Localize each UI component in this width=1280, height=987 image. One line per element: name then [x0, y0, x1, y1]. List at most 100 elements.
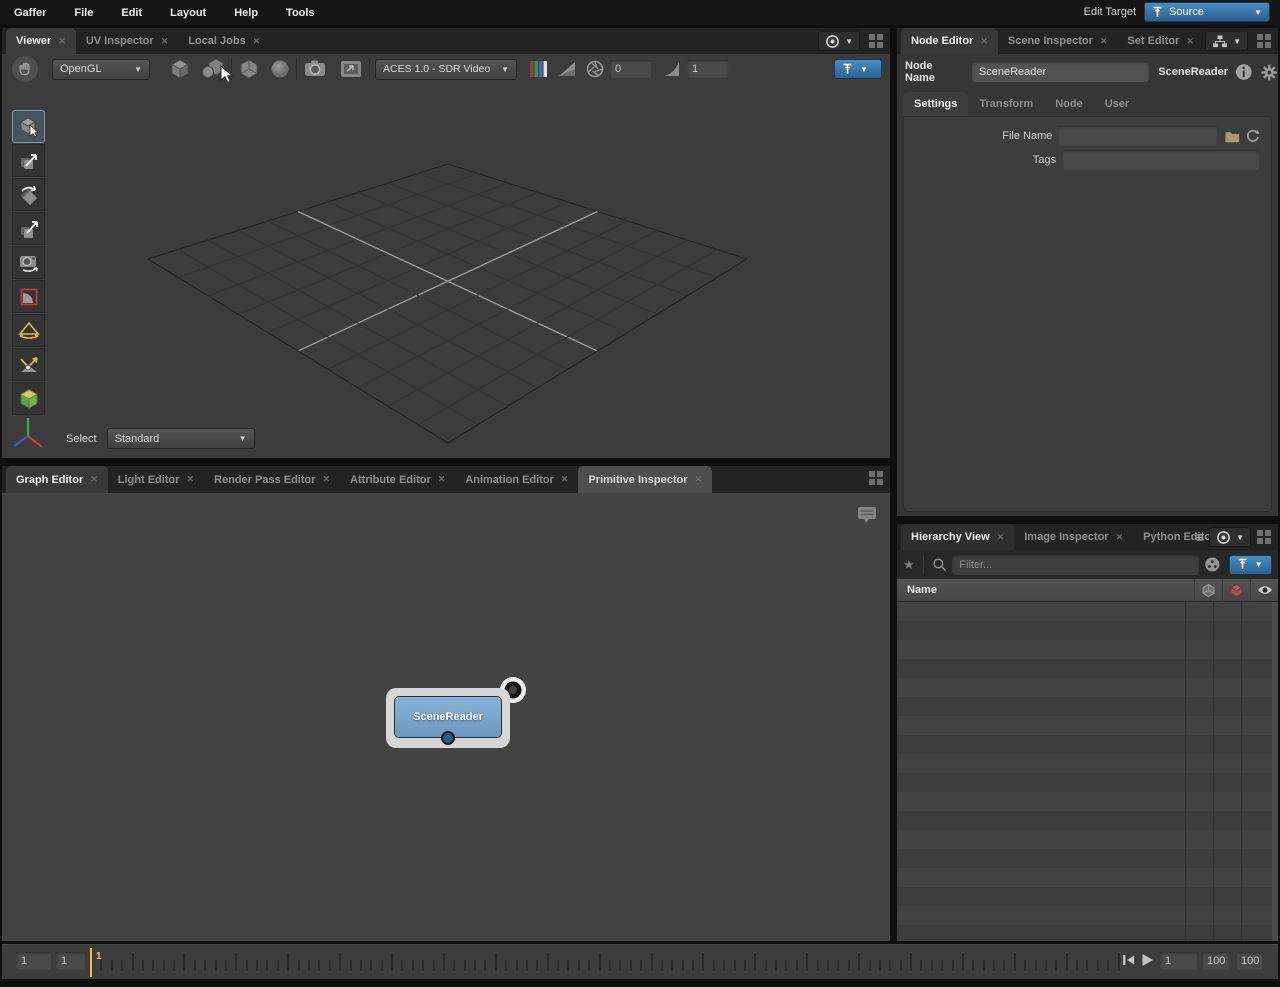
- lighting-sphere-icon[interactable]: [269, 58, 291, 80]
- select-mode-dropdown[interactable]: Standard ▼: [107, 428, 255, 449]
- image-view-icon[interactable]: [338, 57, 364, 81]
- clipping-triangle-icon[interactable]: [557, 59, 577, 79]
- current-frame-cursor[interactable]: [90, 948, 92, 977]
- translate-tool-button[interactable]: [12, 144, 45, 177]
- scrollbar-track[interactable]: [1272, 602, 1278, 941]
- close-icon[interactable]: ✕: [561, 474, 569, 485]
- layout-grid-icon[interactable]: [1256, 33, 1272, 49]
- current-frame-field[interactable]: 1: [1160, 952, 1198, 970]
- pan-hand-icon[interactable]: [12, 56, 38, 82]
- light-tool-button[interactable]: [12, 314, 45, 347]
- scene-start-field[interactable]: 1: [16, 952, 52, 970]
- select-tool-button[interactable]: [12, 110, 45, 143]
- close-icon[interactable]: ✕: [1116, 532, 1124, 543]
- panel-menu-icon[interactable]: ≡: [1196, 529, 1204, 545]
- subtab-user[interactable]: User: [1094, 92, 1140, 116]
- channels-icon[interactable]: [529, 59, 549, 79]
- node-output-plug[interactable]: [441, 731, 455, 745]
- edit-target-dropdown[interactable]: Source ▼: [1144, 2, 1270, 22]
- layout-grid-icon[interactable]: [868, 33, 884, 49]
- scene-reader-node[interactable]: SceneReader: [386, 688, 510, 748]
- tab-set-editor[interactable]: Set Editor ✕: [1117, 28, 1204, 54]
- annotation-bubble-icon[interactable]: [855, 503, 879, 527]
- camera-tool-button[interactable]: [12, 246, 45, 279]
- hierarchy-rows[interactable]: [897, 602, 1278, 941]
- tab-uv-inspector[interactable]: UV Inspector ✕: [76, 28, 178, 54]
- playback-end-field[interactable]: 100: [1202, 952, 1230, 970]
- viewer-viewport[interactable]: Select Standard ▼: [2, 84, 890, 458]
- close-icon[interactable]: ✕: [323, 474, 331, 485]
- subtab-transform[interactable]: Transform: [968, 92, 1044, 116]
- menu-gaffer[interactable]: Gaffer: [14, 7, 46, 19]
- exposure-field[interactable]: 0: [610, 60, 652, 78]
- close-icon[interactable]: ✕: [1186, 36, 1194, 47]
- node-name-input[interactable]: [972, 62, 1149, 82]
- crop-window-tool-button[interactable]: [12, 280, 45, 313]
- close-icon[interactable]: ✕: [58, 36, 66, 47]
- exposure-aperture-icon[interactable]: [585, 59, 605, 79]
- close-icon[interactable]: ✕: [1100, 36, 1108, 47]
- tab-node-editor[interactable]: Node Editor ✕: [901, 28, 998, 54]
- gamma-icon[interactable]: [662, 59, 682, 79]
- graph-canvas[interactable]: SceneReader: [2, 493, 890, 941]
- tab-image-inspector[interactable]: Image Inspector ✕: [1014, 524, 1133, 550]
- tab-graph-editor[interactable]: Graph Editor ✕: [6, 466, 108, 493]
- close-icon[interactable]: ✕: [90, 474, 98, 485]
- visualiser-tool-button[interactable]: [12, 382, 45, 415]
- subtab-settings[interactable]: Settings: [903, 92, 968, 116]
- menu-edit[interactable]: Edit: [121, 7, 142, 19]
- refresh-icon[interactable]: [1245, 128, 1261, 144]
- tab-render-pass-editor[interactable]: Render Pass Editor ✕: [204, 466, 340, 493]
- close-icon[interactable]: ✕: [161, 36, 169, 47]
- playback-start-field[interactable]: 1: [56, 952, 86, 970]
- camera-icon[interactable]: [302, 57, 328, 81]
- display-transform-dropdown[interactable]: ACES 1.0 - SDR Video ▼: [375, 59, 517, 80]
- skip-to-start-icon[interactable]: [1122, 954, 1135, 966]
- play-icon[interactable]: [1141, 953, 1154, 967]
- menu-file[interactable]: File: [74, 7, 93, 19]
- menu-layout[interactable]: Layout: [170, 7, 206, 19]
- folder-browse-icon[interactable]: [1224, 129, 1241, 144]
- close-icon[interactable]: ✕: [187, 474, 195, 485]
- menu-tools[interactable]: Tools: [286, 7, 315, 19]
- layout-grid-icon[interactable]: [868, 470, 884, 486]
- follow-node-button[interactable]: ▼: [1205, 31, 1248, 51]
- rotate-tool-button[interactable]: [12, 178, 45, 211]
- filter-input[interactable]: [952, 555, 1199, 575]
- collapse-all-icon[interactable]: [1204, 556, 1221, 573]
- tab-primitive-inspector[interactable]: Primitive Inspector ✕: [578, 466, 712, 493]
- viewer-focus-button[interactable]: ▼: [834, 59, 882, 79]
- renderer-dropdown[interactable]: OpenGL ▼: [52, 59, 150, 80]
- tab-viewer[interactable]: Viewer ✕: [6, 28, 76, 54]
- tab-local-jobs[interactable]: Local Jobs ✕: [178, 28, 270, 54]
- gamma-field[interactable]: 1: [687, 60, 729, 78]
- hierarchy-focus-button[interactable]: ▼: [1229, 555, 1272, 575]
- layout-grid-icon[interactable]: [1256, 529, 1272, 545]
- close-icon[interactable]: ✕: [695, 474, 703, 485]
- file-name-input[interactable]: [1058, 126, 1217, 146]
- tab-hierarchy-view[interactable]: Hierarchy View ✕: [901, 524, 1014, 550]
- tab-scene-inspector[interactable]: Scene Inspector ✕: [998, 28, 1118, 54]
- visibility-column-header[interactable]: [1250, 579, 1278, 602]
- tab-animation-editor[interactable]: Animation Editor ✕: [455, 466, 578, 493]
- info-icon[interactable]: [1235, 63, 1253, 81]
- gear-icon[interactable]: [1260, 63, 1278, 82]
- tab-attribute-editor[interactable]: Attribute Editor ✕: [340, 466, 455, 493]
- menu-help[interactable]: Help: [234, 7, 258, 19]
- selection-column-header[interactable]: [1222, 579, 1250, 602]
- tags-input[interactable]: [1062, 150, 1260, 170]
- close-icon[interactable]: ✕: [438, 474, 446, 485]
- scale-tool-button[interactable]: [12, 212, 45, 245]
- bookmark-star-icon[interactable]: ★: [903, 557, 915, 573]
- shading-cube-icon[interactable]: [237, 57, 261, 81]
- scene-end-field[interactable]: 100: [1236, 952, 1264, 970]
- close-icon[interactable]: ✕: [997, 532, 1005, 543]
- close-icon[interactable]: ✕: [253, 36, 261, 47]
- tab-light-editor[interactable]: Light Editor ✕: [108, 466, 204, 493]
- pin-editor-button[interactable]: ▼: [818, 31, 860, 51]
- close-icon[interactable]: ✕: [980, 36, 988, 47]
- hierarchy-header[interactable]: Name: [897, 579, 1278, 602]
- subtab-node[interactable]: Node: [1044, 92, 1094, 116]
- expansion-column-header[interactable]: [1194, 579, 1222, 602]
- light-position-tool-button[interactable]: [12, 348, 45, 381]
